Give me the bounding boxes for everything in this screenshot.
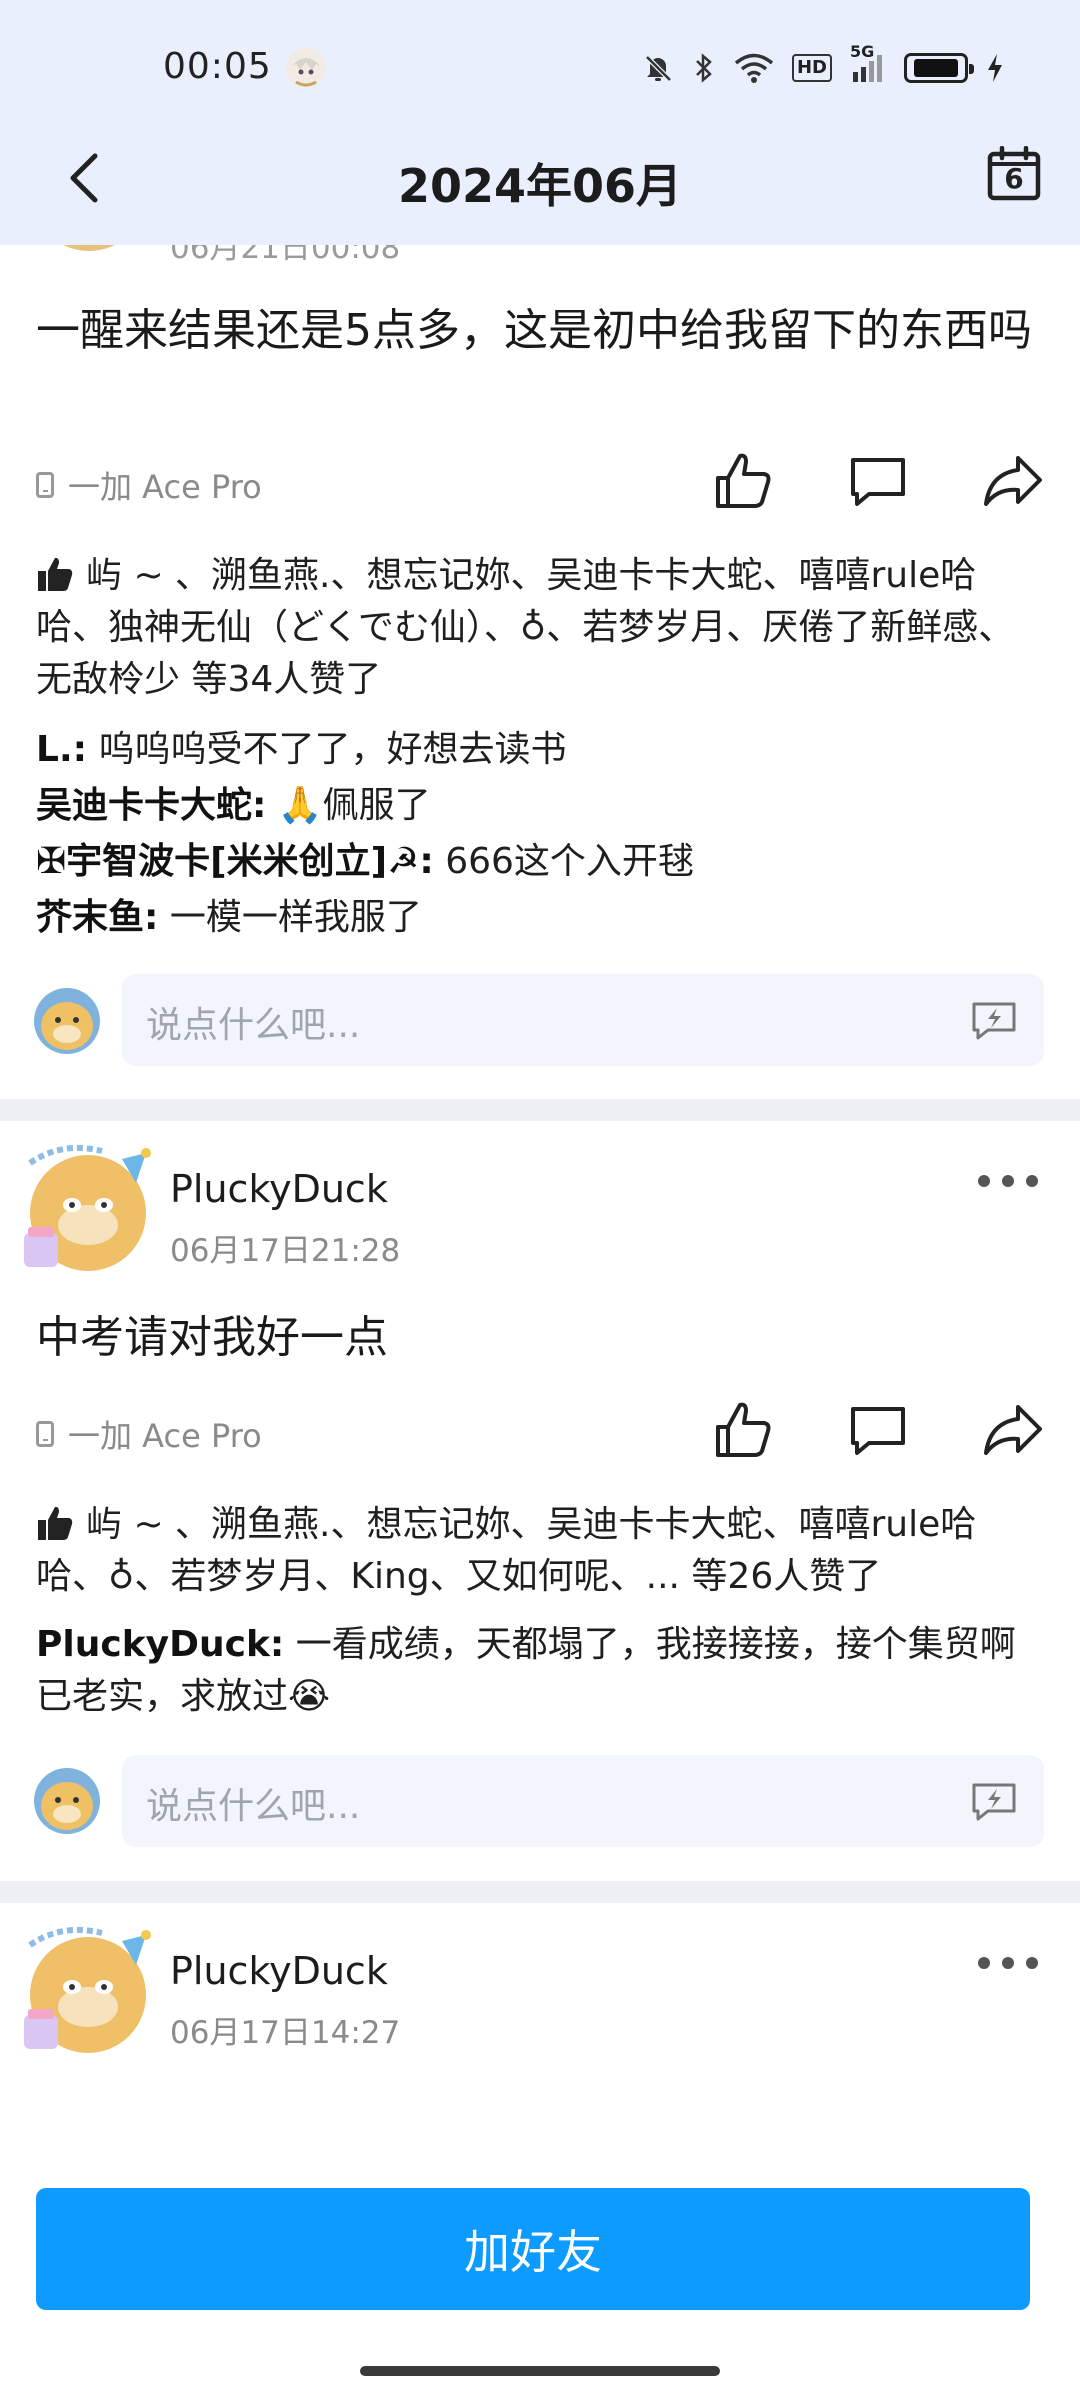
bluetooth-icon <box>692 52 716 84</box>
comment-input[interactable]: 说点什么吧... <box>122 1755 1044 1847</box>
comment-item[interactable]: ✠宇智波卡[米米创立]☭: 666这个入开毬 <box>36 836 1040 888</box>
device-row: 一加 Ace Pro <box>36 1411 262 1457</box>
comment-button[interactable] <box>845 448 911 514</box>
post-divider <box>0 1099 1080 1121</box>
more-dot <box>978 1957 990 1969</box>
comment-user[interactable]: PluckyDuck: <box>36 1624 284 1665</box>
comment-item[interactable]: 芥末鱼: 一模一样我服了 <box>36 892 1040 944</box>
author-avatar[interactable] <box>22 1143 152 1273</box>
comment-item[interactable]: 吴迪卡卡大蛇: 🙏佩服了 <box>36 780 1040 832</box>
post-item: PluckyDuck 06月17日14:27 <box>0 1903 1080 2103</box>
like-icon <box>716 453 771 508</box>
hd-badge: HD <box>791 54 832 82</box>
home-indicator[interactable] <box>360 2366 720 2376</box>
comment-placeholder: 说点什么吧... <box>146 1005 361 1046</box>
like-button[interactable] <box>710 1397 776 1463</box>
calendar-day: 6 <box>1004 162 1024 195</box>
share-button[interactable] <box>980 448 1046 514</box>
more-dot <box>1002 1175 1014 1187</box>
comment-icon <box>851 1407 905 1455</box>
comment-user[interactable]: 芥末鱼: <box>36 897 158 938</box>
share-button[interactable] <box>980 1397 1046 1463</box>
wifi-icon <box>734 52 774 84</box>
likes-summary: 屿 ~ 、溯鱼燕.、想忘记妳、吴迪卡卡大蛇、嘻嘻rule哈哈、♁、若梦岁月、Ki… <box>36 1499 1040 1603</box>
page-title: 2024年06月 <box>397 159 683 213</box>
post-time: 06月17日14:27 <box>170 2015 401 2051</box>
comment-text: 一模一样我服了 <box>158 897 422 938</box>
post-text: 中考请对我好一点 <box>36 1312 388 1363</box>
likes-text: 屿 ~ 、溯鱼燕.、想忘记妳、吴迪卡卡大蛇、嘻嘻rule哈哈、独神无仙（どくでむ… <box>36 555 1015 700</box>
more-dot <box>1026 1175 1038 1187</box>
mute-icon <box>642 52 674 84</box>
device-name: 一加 Ace Pro <box>68 1417 262 1455</box>
status-time: 00:05 <box>163 46 272 87</box>
likes-text: 屿 ~ 、溯鱼燕.、想忘记妳、吴迪卡卡大蛇、嘻嘻rule哈哈、♁、若梦岁月、Ki… <box>36 1504 977 1597</box>
more-button[interactable] <box>978 1166 1038 1196</box>
liked-thumb-icon <box>36 1504 74 1542</box>
calendar-button[interactable]: 6 <box>986 146 1042 202</box>
comment-text: 呜呜呜受不了了，好想去读书 <box>87 729 567 770</box>
more-dot <box>1026 1957 1038 1969</box>
device-row: 一加 Ace Pro <box>36 462 262 508</box>
top-bar: 00:05 HD 5G 2024年06月 6 <box>0 0 1080 245</box>
notification-app-icon <box>286 48 326 88</box>
comment-placeholder: 说点什么吧... <box>146 1786 361 1827</box>
comment-button[interactable] <box>845 1397 911 1463</box>
author-name[interactable]: PluckyDuck <box>170 1949 388 1993</box>
more-dot <box>1002 1957 1014 1969</box>
device-icon <box>36 1421 54 1447</box>
device-name: 一加 Ace Pro <box>68 468 262 506</box>
comment-user[interactable]: L.: <box>36 729 87 770</box>
share-icon <box>984 1405 1042 1455</box>
post-item: PluckyDuck 06月17日21:28 中考请对我好一点 一加 Ace P… <box>0 1121 1080 1881</box>
emoji-icon[interactable] <box>970 1781 1018 1821</box>
like-button[interactable] <box>710 448 776 514</box>
my-avatar[interactable] <box>34 988 100 1054</box>
comment-text: 666这个入开毬 <box>433 841 694 882</box>
comment-item[interactable]: L.: 呜呜呜受不了了，好想去读书 <box>36 724 1040 776</box>
my-avatar[interactable] <box>34 1768 100 1834</box>
app-root: 00:05 HD 5G 2024年06月 6 06月21日00:08 一醒来结果… <box>0 0 1080 2400</box>
like-icon <box>716 1402 771 1457</box>
comment-user[interactable]: 吴迪卡卡大蛇: <box>36 785 266 826</box>
liked-thumb-icon <box>36 555 74 593</box>
comment-item[interactable]: PluckyDuck: 一看成绩，天都塌了，我接接接，接个集贸啊已老实，求放过😭 <box>36 1619 1040 1723</box>
post-divider <box>0 1881 1080 1903</box>
likes-summary: 屿 ~ 、溯鱼燕.、想忘记妳、吴迪卡卡大蛇、嘻嘻rule哈哈、独神无仙（どくでむ… <box>36 550 1040 706</box>
comment-input[interactable]: 说点什么吧... <box>122 974 1044 1066</box>
status-icons: HD 5G <box>642 42 1004 88</box>
add-friend-button[interactable]: 加好友 <box>36 2188 1030 2310</box>
comment-user[interactable]: ✠宇智波卡[米米创立]☭: <box>36 841 434 882</box>
author-name[interactable]: PluckyDuck <box>170 1167 388 1211</box>
emoji-icon[interactable] <box>970 1000 1018 1040</box>
comment-icon <box>851 458 905 506</box>
post-text: 一醒来结果还是5点多，这是初中给我留下的东西吗 <box>36 305 1032 356</box>
author-avatar[interactable] <box>22 1925 152 2055</box>
device-icon <box>36 472 54 498</box>
post-time: 06月17日21:28 <box>170 1233 401 1269</box>
more-dot <box>978 1175 990 1187</box>
more-button[interactable] <box>978 1948 1038 1978</box>
battery-icon <box>904 53 974 83</box>
comment-text: 🙏佩服了 <box>266 785 431 826</box>
network-type: 5G <box>850 42 875 61</box>
share-icon <box>984 456 1042 506</box>
signal-icon: 5G <box>850 42 886 84</box>
charging-icon <box>986 52 1004 84</box>
